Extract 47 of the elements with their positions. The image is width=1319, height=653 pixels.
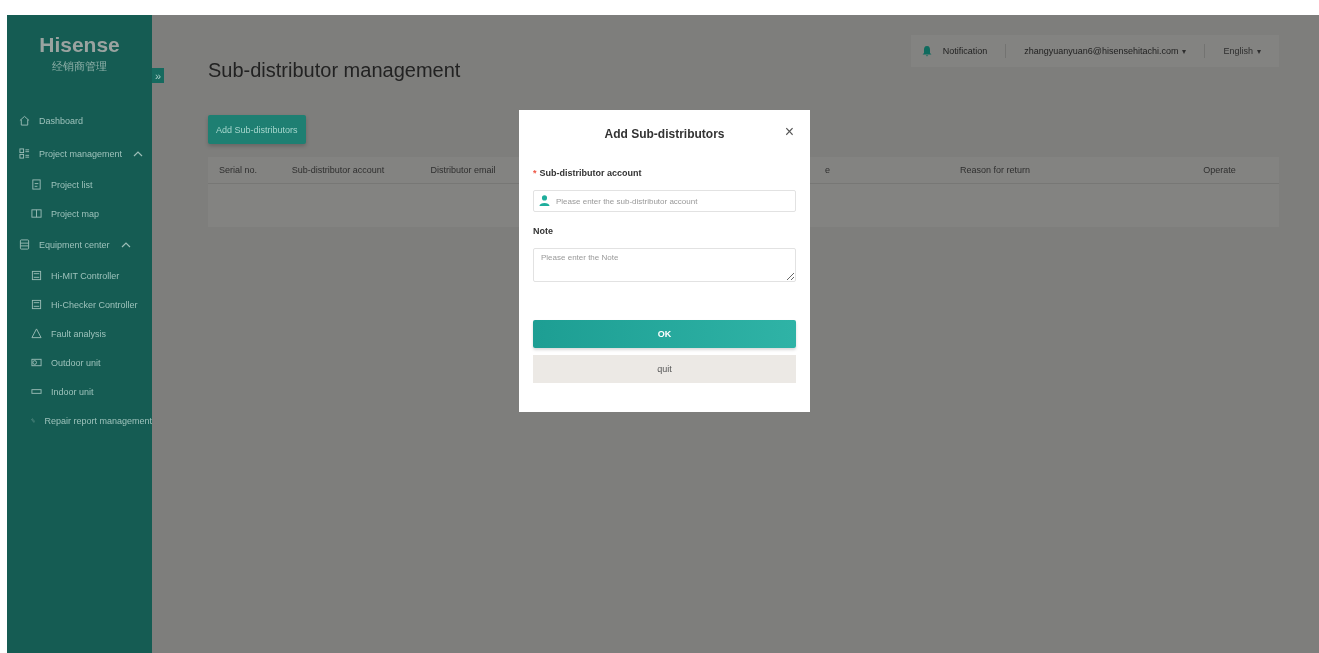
column-header: Reason for return — [959, 165, 1030, 175]
outdoor-icon — [31, 357, 42, 368]
column-header: Serial no. — [219, 165, 257, 175]
field-label: Sub-distributor account — [539, 168, 642, 178]
sidebar-item[interactable]: Project management — [7, 139, 152, 168]
sidebar-item[interactable]: Fault analysis — [7, 319, 152, 348]
sidebar-item[interactable]: Hi-Checker Controller — [7, 290, 152, 319]
sidebar-item[interactable]: Project list — [7, 170, 152, 199]
column-header: Distributor email — [430, 165, 496, 175]
sidebar-item[interactable]: Repair report management — [7, 406, 152, 435]
quit-button[interactable]: quit — [533, 355, 796, 383]
sidebar-item[interactable]: Project map — [7, 199, 152, 228]
caret-icon: ▾ — [1182, 46, 1187, 56]
doc-icon — [31, 179, 42, 190]
panel-icon — [31, 270, 42, 281]
ok-button[interactable]: OK — [533, 320, 796, 348]
bell-icon — [920, 45, 933, 57]
language-menu[interactable]: English — [1223, 46, 1253, 56]
column-header: e — [825, 165, 830, 175]
sidebar-item[interactable]: Indoor unit — [7, 377, 152, 406]
note-field[interactable]: Please enter the Note — [533, 248, 796, 282]
column-header: Operate — [1203, 165, 1236, 175]
caret-icon: ▾ — [1257, 46, 1261, 56]
required-mark: * — [533, 168, 537, 178]
warning-icon — [31, 328, 42, 339]
sidebar-item[interactable]: Outdoor unit — [7, 348, 152, 377]
sidebar-item[interactable]: Dashboard — [7, 106, 152, 135]
book-icon — [31, 208, 42, 219]
grid-icon — [19, 148, 30, 159]
app-subtitle: 经销商管理 — [52, 59, 107, 74]
server-icon — [19, 239, 30, 250]
indoor-icon — [31, 386, 42, 397]
account-field[interactable]: Please enter the sub-distributor account — [533, 190, 796, 212]
logo: Hisense — [39, 33, 120, 57]
collapse-toggle[interactable]: » — [152, 68, 164, 83]
sidebar-item[interactable]: Hi-MIT Controller — [7, 261, 152, 290]
add-button[interactable]: Add Sub-distributors — [208, 115, 306, 144]
notification-link[interactable]: Notification — [942, 46, 988, 56]
home-icon — [19, 115, 30, 126]
column-header: Sub-distributor account — [291, 165, 385, 175]
panel-icon — [31, 299, 42, 310]
dialog-title: Add Sub-distributors — [604, 127, 725, 141]
page-title: Sub-distributor management — [208, 59, 462, 82]
close-button[interactable]: × — [782, 124, 796, 140]
sidebar-item[interactable]: Equipment center — [7, 230, 152, 259]
field-label: Note — [533, 226, 553, 236]
user-menu[interactable]: zhangyuanyuan6@hisensehitachi.com — [1024, 46, 1179, 56]
